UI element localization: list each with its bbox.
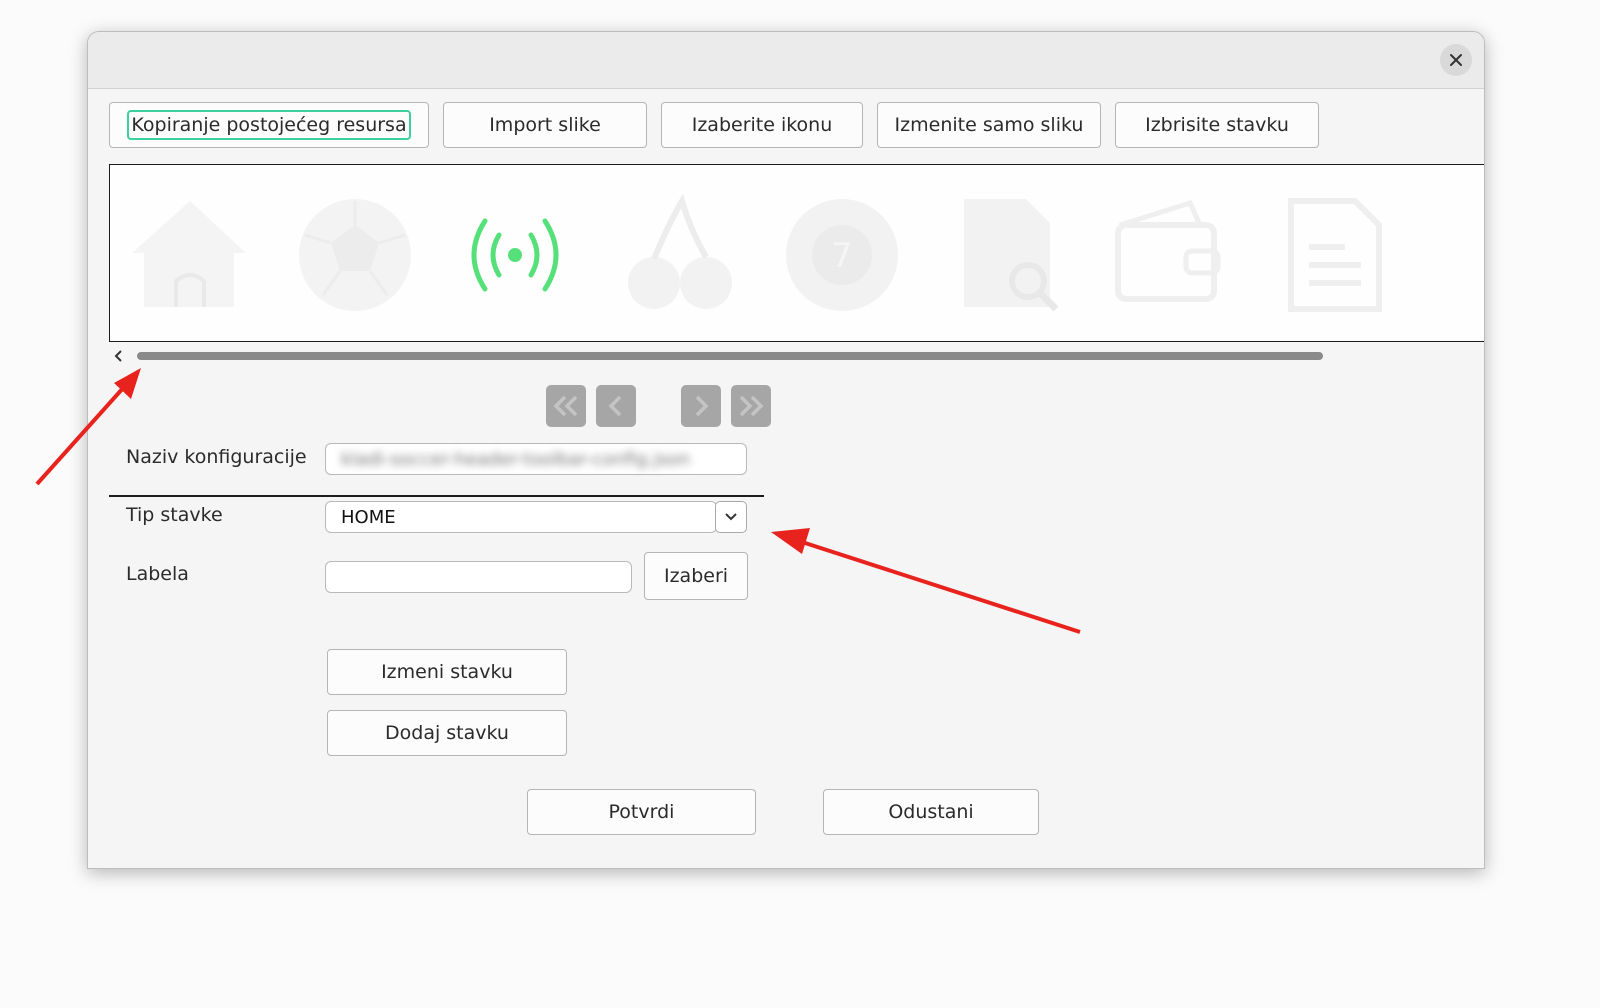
document-icon[interactable] [1275,195,1395,315]
config-name-label: Naziv konfiguracije [126,446,307,468]
icon-gallery-scrollbar[interactable] [109,346,1484,366]
label-field-label: Labela [126,563,189,585]
copy-resource-button[interactable]: Kopiranje postojećeg resursa [109,102,429,148]
close-button[interactable] [1440,44,1472,76]
document-search-icon[interactable] [950,195,1070,315]
item-type-dropdown-button[interactable] [715,501,747,533]
import-image-button[interactable]: Import slike [443,102,647,148]
delete-item-button[interactable]: Izbrisite stavku [1115,102,1319,148]
close-icon [1450,54,1462,66]
wallet-icon[interactable] [1110,195,1230,315]
chevron-down-icon [725,513,737,521]
cherry-icon[interactable] [620,195,740,315]
label-input[interactable] [325,561,632,593]
confirm-button[interactable]: Potvrdi [527,789,756,835]
item-type-label: Tip stavke [126,504,223,526]
item-type-select[interactable]: HOME [325,501,717,533]
last-page-button[interactable] [731,385,771,427]
form-separator [109,495,764,497]
soccer-ball-icon[interactable] [295,195,415,315]
chevron-left-icon [608,395,622,417]
add-item-button[interactable]: Dodaj stavku [327,710,567,756]
dialog-titlebar [88,32,1484,89]
scrollbar-thumb[interactable] [137,352,1323,360]
cancel-button[interactable]: Odustani [823,789,1039,835]
double-chevron-right-icon [739,395,764,417]
choose-icon-button[interactable]: Izaberite ikonu [661,102,863,148]
scroll-left-icon[interactable] [111,346,127,366]
change-image-only-button[interactable]: Izmenite samo sliku [877,102,1101,148]
double-chevron-left-icon [553,395,578,417]
svg-text:7: 7 [831,236,853,276]
icon-gallery: 7 [109,164,1484,342]
edit-item-button[interactable]: Izmeni stavku [327,649,567,695]
broadcast-icon[interactable] [455,195,575,315]
next-page-button[interactable] [681,385,721,427]
choose-label-button[interactable]: Izaberi [644,552,748,600]
config-name-field[interactable]: kladi-soccer-header-toolbar-config.json [325,443,747,475]
home-icon[interactable] [130,195,250,315]
chevron-right-icon [695,395,709,417]
lottery-ball-icon[interactable]: 7 [782,195,902,315]
icon-config-dialog: Kopiranje postojećeg resursa Import slik… [87,31,1485,869]
first-page-button[interactable] [546,385,586,427]
previous-page-button[interactable] [596,385,636,427]
